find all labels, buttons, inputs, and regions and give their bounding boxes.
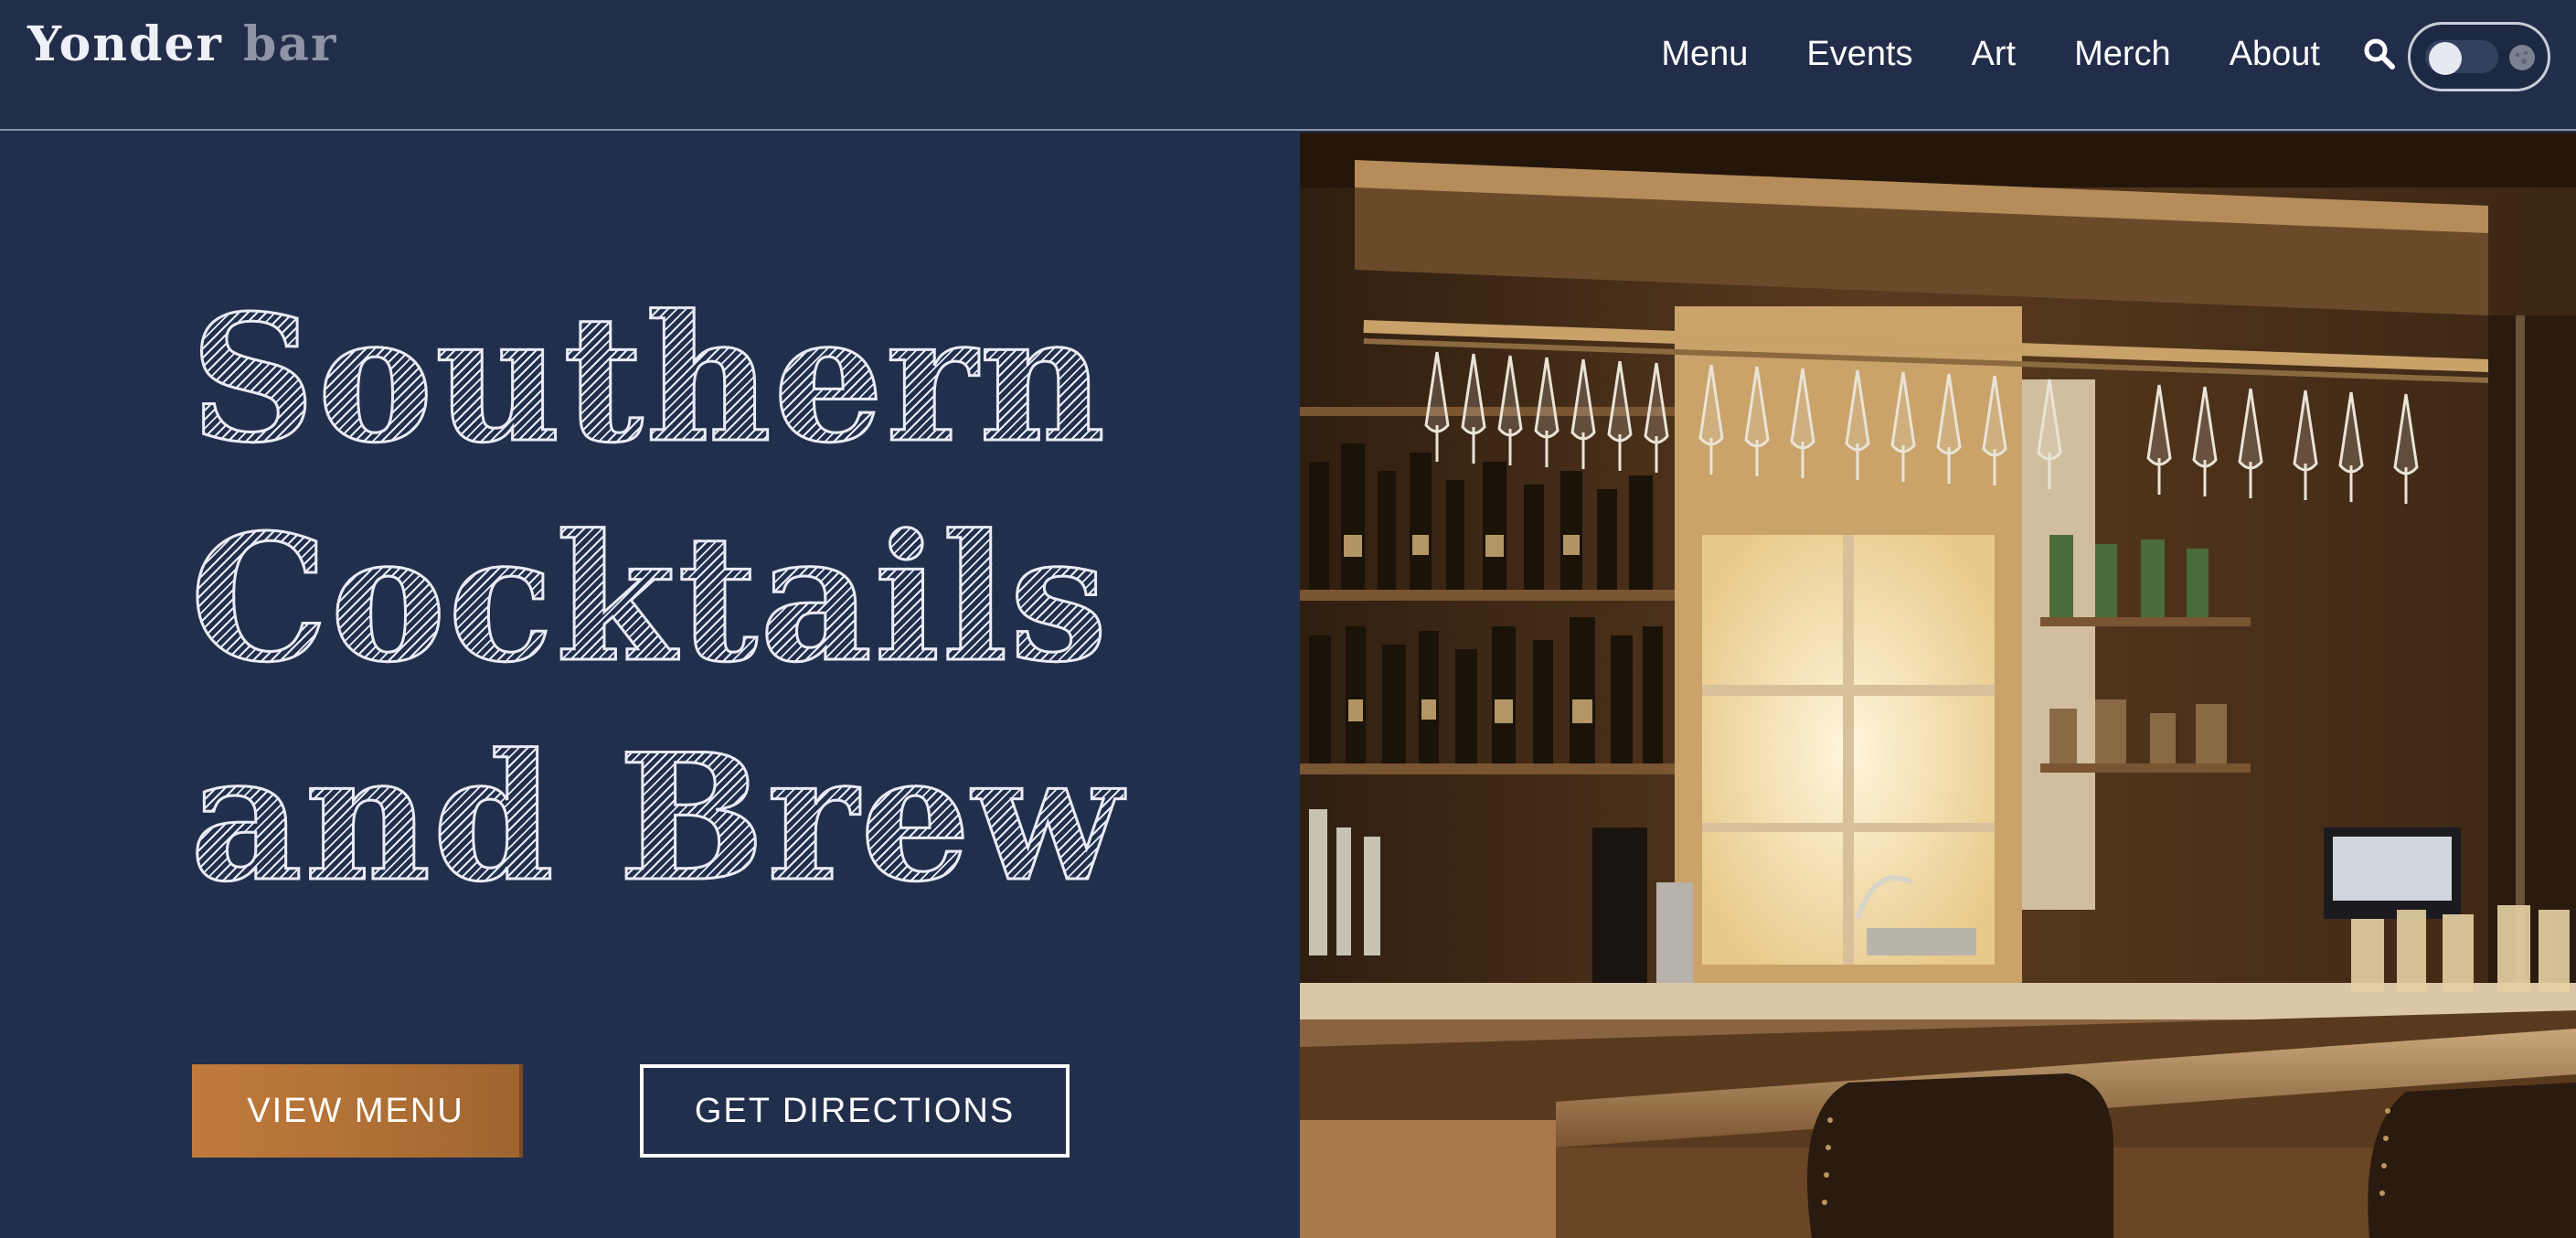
hero-headline: Southern Cocktails and Brew bbox=[188, 270, 1124, 928]
bar-interior-photo bbox=[1300, 133, 2576, 1238]
theme-toggle[interactable] bbox=[2408, 22, 2550, 91]
logo[interactable]: Yonder bar bbox=[27, 16, 337, 72]
nav-art[interactable]: Art bbox=[1972, 35, 2017, 74]
headline-line-2: Cocktails bbox=[188, 496, 1110, 702]
nav-about[interactable]: About bbox=[2230, 35, 2320, 74]
moon-icon bbox=[2509, 45, 2535, 70]
view-menu-button[interactable]: VIEW MENU bbox=[192, 1064, 523, 1158]
site-header: Yonder bar Menu Events Art Merch About bbox=[0, 0, 2576, 131]
nav-merch[interactable]: Merch bbox=[2074, 35, 2171, 74]
nav-menu[interactable]: Menu bbox=[1661, 35, 1748, 74]
get-directions-button[interactable]: GET DIRECTIONS bbox=[640, 1064, 1070, 1158]
headline-line-3: and Brew bbox=[188, 715, 1124, 922]
logo-sub-text: bar bbox=[242, 16, 338, 72]
search-icon bbox=[2364, 38, 2395, 69]
search-button[interactable] bbox=[2362, 37, 2397, 71]
nav-events[interactable]: Events bbox=[1806, 35, 1912, 74]
toggle-knob bbox=[2429, 42, 2462, 75]
logo-main-text: Yonder bbox=[27, 16, 223, 72]
main-nav: Menu Events Art Merch About bbox=[1602, 31, 2320, 77]
headline-line-1: Southern bbox=[188, 276, 1108, 483]
